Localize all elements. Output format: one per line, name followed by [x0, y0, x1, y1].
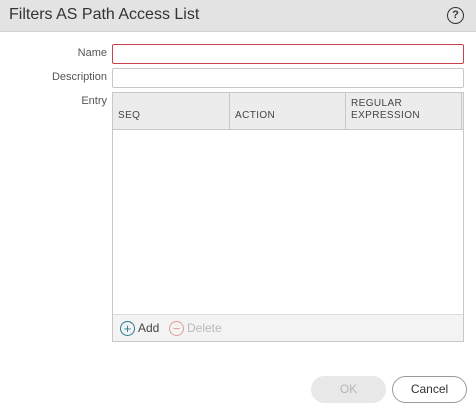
entry-grid: SEQ ACTION REGULAR EXPRESSION + Add − De… — [112, 92, 464, 342]
column-header-regular-expression[interactable]: REGULAR EXPRESSION — [346, 93, 462, 129]
column-header-label: SEQ — [118, 110, 141, 121]
delete-label: Delete — [187, 321, 222, 335]
description-input[interactable] — [112, 68, 464, 88]
grid-body — [113, 130, 463, 314]
add-button[interactable]: + Add — [120, 320, 159, 336]
column-header-line2: EXPRESSION — [351, 110, 421, 121]
name-input[interactable] — [112, 44, 464, 64]
description-label: Description — [51, 71, 107, 83]
grid-toolbar: + Add − Delete — [113, 314, 463, 341]
dialog-title: Filters AS Path Access List — [9, 6, 200, 23]
plus-circle-icon: + — [120, 320, 135, 336]
column-header-line1: REGULAR — [351, 98, 403, 109]
column-header-label: REGULAR EXPRESSION — [351, 98, 420, 122]
grid-header: SEQ ACTION REGULAR EXPRESSION — [113, 93, 463, 130]
add-label: Add — [138, 321, 160, 335]
minus-circle-icon: − — [169, 320, 184, 336]
column-header-label: ACTION — [235, 110, 276, 121]
entry-label: Entry — [81, 95, 107, 107]
help-icon[interactable]: ? — [447, 7, 464, 24]
delete-button[interactable]: − Delete — [169, 320, 222, 336]
cancel-button[interactable]: Cancel — [392, 376, 467, 403]
dialog-titlebar: Filters AS Path Access List ? — [0, 0, 476, 32]
name-label: Name — [77, 47, 107, 59]
column-header-action[interactable]: ACTION — [230, 93, 346, 129]
ok-button[interactable]: OK — [311, 376, 386, 403]
column-header-seq[interactable]: SEQ — [113, 93, 230, 129]
